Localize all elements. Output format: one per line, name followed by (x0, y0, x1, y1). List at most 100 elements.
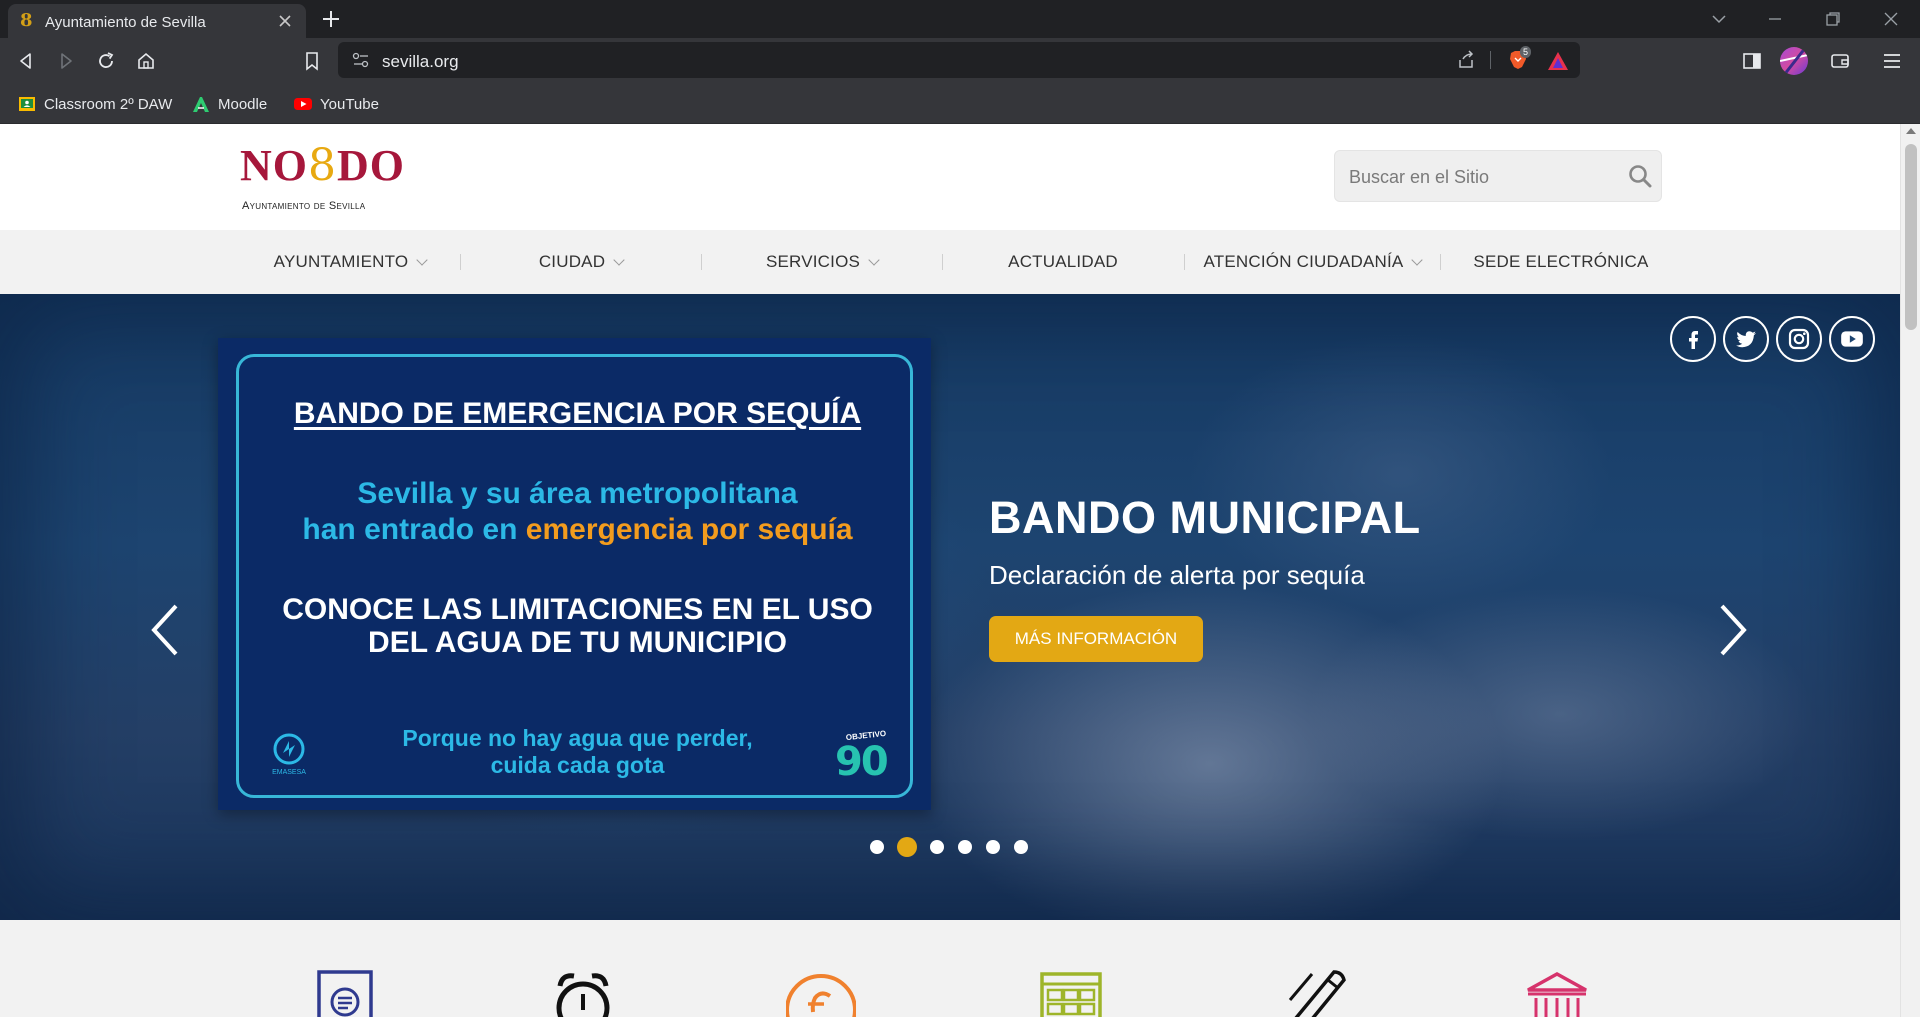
bookmark-label: YouTube (320, 95, 379, 113)
chevron-down-icon (613, 253, 625, 266)
address-bar[interactable]: sevilla.org 5 (338, 42, 1580, 78)
profile-avatar-icon (1780, 47, 1808, 75)
alarm-clock-icon[interactable] (548, 970, 618, 1017)
search-icon[interactable] (1627, 163, 1653, 189)
poster-title: BANDO DE EMERGENCIA POR SEQUÍA (293, 397, 862, 430)
tab-close-icon[interactable] (276, 12, 294, 30)
nav-label: ACTUALIDAD (1008, 252, 1118, 271)
pen-icon[interactable] (1282, 970, 1352, 1017)
back-icon[interactable] (14, 49, 38, 73)
forward-icon[interactable] (54, 49, 78, 73)
scroll-up-icon[interactable] (1906, 128, 1916, 134)
twitter-icon (1736, 331, 1756, 348)
site-search (1334, 150, 1662, 202)
logo-subtitle: Ayuntamiento de Sevilla (242, 200, 366, 212)
nav-atencion-ciudadania[interactable]: ATENCIÓN CIUDADANÍA (1185, 230, 1440, 294)
quick-links (0, 920, 1900, 1017)
nav-sede-electronica[interactable]: SEDE ELECTRÓNICA (1441, 230, 1681, 294)
nav-label: SERVICIOS (765, 252, 861, 271)
poster-slogan: cuida cada gota (490, 752, 665, 778)
bookmark-icon[interactable] (300, 49, 324, 73)
bookmark-label: Moodle (218, 95, 268, 113)
carousel-dot[interactable] (930, 840, 944, 854)
web-page: NO8DO Ayuntamiento de Sevilla AYUNTAMIEN… (0, 124, 1900, 1017)
browser-tab[interactable]: 8 Ayuntamiento de Sevilla (8, 4, 306, 38)
logo-wordmark: NO8DO (240, 140, 405, 191)
carousel-dot[interactable] (986, 840, 1000, 854)
twitter-link[interactable] (1723, 316, 1769, 362)
brave-rewards-icon[interactable] (1546, 50, 1570, 72)
nav-actualidad[interactable]: ACTUALIDAD (943, 230, 1183, 294)
browser-tabbar: 8 Ayuntamiento de Sevilla (0, 0, 1920, 38)
poster-line: han entrado en emergencia por sequía (302, 513, 853, 546)
objetivo-90-logo: OBJETIVO 90 (835, 728, 889, 785)
emasesa-logo: EMASESA (267, 731, 311, 787)
moodle-icon (193, 97, 209, 112)
site-header: NO8DO Ayuntamiento de Sevilla (0, 124, 1900, 230)
euro-coin-icon[interactable] (786, 970, 856, 1017)
document-icon[interactable] (310, 970, 380, 1017)
poster-frame: BANDO DE EMERGENCIA POR SEQUÍA Sevilla y… (236, 354, 913, 798)
carousel-dot[interactable] (958, 840, 972, 854)
new-tab-icon[interactable] (320, 8, 342, 30)
close-window-icon[interactable] (1880, 8, 1902, 30)
tab-search-chevron-icon[interactable] (1708, 8, 1730, 30)
carousel-indicators (0, 836, 1900, 857)
poster-line: DEL AGUA DE TU MUNICIPIO (368, 626, 787, 659)
home-icon[interactable] (134, 49, 158, 73)
hero-subtitle: Declaración de alerta por sequía (989, 560, 1365, 590)
youtube-link[interactable] (1829, 316, 1875, 362)
bookmark-label: Classroom 2º DAW (44, 95, 173, 113)
instagram-icon (1788, 328, 1810, 350)
facebook-icon (1689, 331, 1698, 349)
nav-label: AYUNTAMIENTO (273, 252, 409, 271)
reload-icon[interactable] (94, 49, 118, 73)
chevron-down-icon (1411, 253, 1424, 266)
address-separator (1490, 51, 1491, 69)
poster-line: Sevilla y su área metropolitana (357, 477, 798, 510)
brave-shields-button[interactable]: 5 (1506, 46, 1532, 72)
nav-servicios[interactable]: SERVICIOS (702, 230, 942, 294)
carousel-dot[interactable] (1014, 840, 1028, 854)
bookmark-moodle[interactable]: Moodle (192, 92, 267, 116)
bookmark-youtube[interactable]: YouTube (294, 92, 379, 116)
carousel-dot-active[interactable] (897, 837, 917, 857)
search-input[interactable] (1349, 163, 1619, 191)
carousel-next-icon[interactable] (1712, 600, 1752, 660)
calendar-grid-icon[interactable] (1036, 970, 1106, 1017)
tab-favicon-icon: 8 (20, 10, 33, 31)
restore-icon[interactable] (1822, 8, 1844, 30)
hero-title: BANDO MUNICIPAL (989, 492, 1421, 543)
carousel-dot[interactable] (870, 840, 884, 854)
main-navigation: AYUNTAMIENTO CIUDAD SERVICIOS ACTUALIDAD… (0, 230, 1900, 294)
wallet-icon[interactable] (1828, 49, 1852, 73)
page-scrollbar[interactable] (1900, 124, 1920, 1017)
carousel-prev-icon[interactable] (146, 600, 186, 660)
google-classroom-icon (19, 97, 35, 111)
nav-label: ATENCIÓN CIUDADANÍA (1203, 252, 1404, 271)
menu-icon[interactable] (1880, 49, 1904, 73)
sidebar-toggle-icon[interactable] (1740, 49, 1764, 73)
youtube-icon (294, 98, 312, 110)
share-icon[interactable] (1456, 50, 1476, 70)
drought-poster-image[interactable]: BANDO DE EMERGENCIA POR SEQUÍA Sevilla y… (218, 338, 931, 810)
facebook-link[interactable] (1670, 316, 1716, 362)
poster-slogan: Porque no hay agua que perder, (402, 725, 753, 751)
chevron-down-icon (868, 253, 880, 266)
scrollbar-thumb[interactable] (1905, 144, 1917, 330)
more-info-button[interactable]: MÁS INFORMACIÓN (989, 616, 1203, 662)
site-settings-icon[interactable] (352, 52, 370, 68)
town-hall-icon[interactable] (1522, 970, 1592, 1017)
url-text[interactable]: sevilla.org (382, 52, 459, 72)
instagram-link[interactable] (1776, 316, 1822, 362)
nav-label: SEDE ELECTRÓNICA (1473, 252, 1649, 271)
profile-avatar[interactable] (1780, 47, 1808, 75)
nav-ciudad[interactable]: CIUDAD (461, 230, 701, 294)
nodo-logo[interactable]: NO8DO Ayuntamiento de Sevilla (240, 134, 404, 220)
nav-ayuntamiento[interactable]: AYUNTAMIENTO (240, 230, 460, 294)
bookmark-classroom[interactable]: Classroom 2º DAW (18, 92, 172, 116)
shields-count-badge: 5 (1520, 46, 1532, 58)
minimize-icon[interactable] (1764, 8, 1786, 30)
browser-toolbar: sevilla.org 5 (0, 38, 1920, 84)
chevron-down-icon (416, 253, 428, 266)
